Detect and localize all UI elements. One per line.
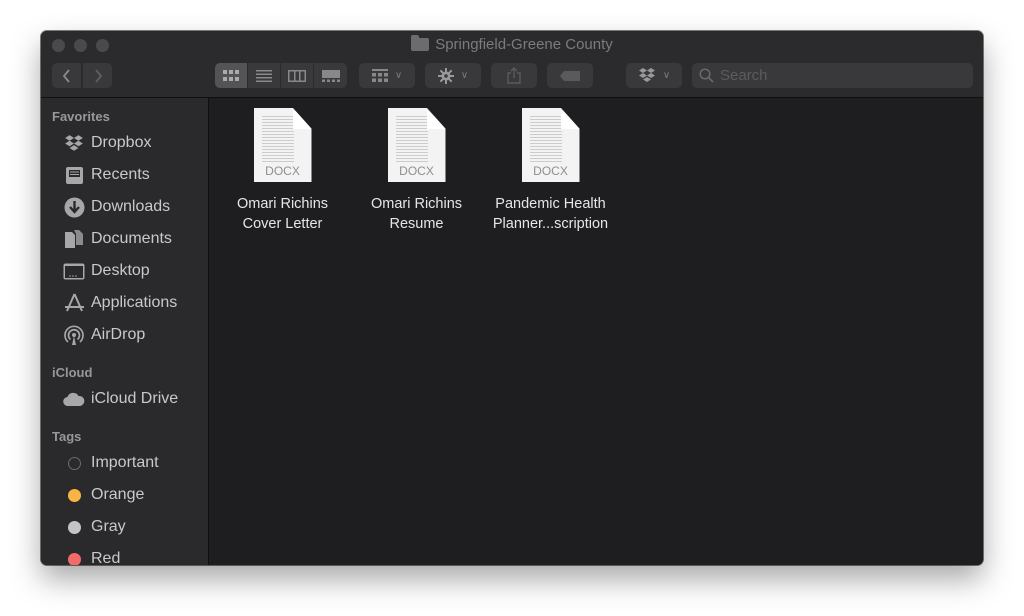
file-name-line: Pandemic Health [495,196,606,212]
sidebar-item-label: Applications [91,294,178,311]
file-item[interactable]: DOCX Pandemic Health Planner...scription [483,108,618,234]
sidebar-item-label: Downloads [91,198,171,215]
forward-button[interactable] [83,63,112,88]
sidebar-item-label: Documents [91,230,172,247]
file-type-label: DOCX [265,164,300,178]
sidebar-item-label: iCloud Drive [91,390,179,407]
search-icon [699,68,714,83]
titlebar: Springfield-Greene County ∨ ∨ ∨ Search [41,31,983,98]
sidebar-item-airdrop[interactable]: AirDrop [41,319,208,351]
file-name: Omari Richins Cover Letter [237,194,328,234]
view-mode-segmented-control [215,63,347,88]
recents-icon [65,166,83,184]
action-button[interactable]: ∨ [425,63,481,88]
sidebar-section-favorites: Favorites [52,109,110,124]
sidebar-tag-red[interactable]: Red [41,543,208,565]
sidebar-item-applications[interactable]: Applications [41,287,208,319]
window-title: Springfield-Greene County [41,35,983,53]
file-name: Pandemic Health Planner...scription [493,194,608,234]
sidebar-item-dropbox[interactable]: Dropbox [41,127,208,159]
icon-view-button[interactable] [215,63,248,88]
sidebar-section-icloud: iCloud [52,365,93,380]
docx-file-icon: DOCX [253,108,312,182]
list-view-button[interactable] [248,63,281,88]
chevron-left-icon [62,68,70,83]
downloads-icon [64,197,84,217]
chevron-down-icon: ∨ [662,70,671,81]
sidebar-item-label: Recents [91,166,150,183]
folder-icon [411,35,430,51]
chevron-down-icon: ∨ [460,70,469,81]
tag-icon [560,70,580,81]
column-view-button[interactable] [281,63,314,88]
dropbox-button[interactable]: ∨ [626,63,682,88]
share-icon [507,67,521,84]
share-button[interactable] [491,63,537,88]
sidebar-item-label: Gray [91,518,126,535]
sidebar-item-label: Important [91,454,159,471]
gear-icon [437,67,454,84]
chevron-down-icon: ∨ [394,70,403,81]
sidebar-item-label: Orange [91,486,145,503]
file-name-line: Omari Richins [236,196,329,212]
gallery-view-button[interactable] [314,63,347,88]
search-field[interactable] [692,63,973,88]
back-button[interactable] [52,63,81,88]
airdrop-icon [64,325,84,345]
file-type-label: DOCX [399,164,434,178]
list-view-icon [256,69,272,82]
file-browser-content: DOCX Omari Richins Cover Letter DOCX Oma… [210,98,983,565]
sidebar-tag-important[interactable]: Important [41,447,208,479]
docx-file-icon: DOCX [521,108,580,182]
grid-icon [371,69,388,82]
sidebar-section-tags: Tags [52,429,82,444]
sidebar-item-icloud-drive[interactable]: iCloud Drive [41,383,208,415]
file-name: Omari Richins Resume [371,194,462,234]
file-name-line: Omari Richins [370,196,463,212]
tag-color-dot [68,488,81,502]
sidebar-item-desktop[interactable]: Desktop [41,255,208,287]
dropbox-icon [65,134,83,151]
file-name-line: Cover Letter [242,216,323,232]
tag-color-dot [68,520,81,534]
sidebar-tag-gray[interactable]: Gray [41,511,208,543]
docx-file-icon: DOCX [387,108,446,182]
icon-view-icon [223,70,239,81]
sidebar-item-recents[interactable]: Recents [41,159,208,191]
group-by-button[interactable]: ∨ [359,63,415,88]
applications-icon [64,293,84,312]
file-name-line: Resume [389,216,444,232]
cloud-icon [63,392,85,406]
column-view-icon [288,69,306,82]
sidebar-item-label: Red [91,550,121,565]
file-name-line: Planner...scription [492,216,609,232]
file-item[interactable]: DOCX Omari Richins Cover Letter [215,108,350,234]
sidebar-tag-orange[interactable]: Orange [41,479,208,511]
tag-button[interactable] [547,63,593,88]
sidebar-item-label: Desktop [91,262,150,279]
sidebar-item-downloads[interactable]: Downloads [41,191,208,223]
sidebar-item-label: Dropbox [91,134,152,151]
file-type-label: DOCX [533,164,568,178]
chevron-right-icon [94,68,102,83]
desktop-icon [63,263,85,279]
file-item[interactable]: DOCX Omari Richins Resume [349,108,484,234]
gallery-view-icon [321,69,340,82]
sidebar-item-documents[interactable]: Documents [41,223,208,255]
window-title-text: Springfield-Greene County [435,36,613,53]
documents-icon [65,230,83,248]
tag-color-dot [68,456,81,470]
sidebar: Favorites Dropbox Recents Downloads Docu… [41,98,209,565]
dropbox-icon [638,68,655,82]
search-input[interactable] [720,67,960,84]
tag-color-dot [68,552,81,565]
finder-window: Springfield-Greene County ∨ ∨ ∨ Search F… [41,31,983,565]
sidebar-item-label: AirDrop [91,326,146,343]
